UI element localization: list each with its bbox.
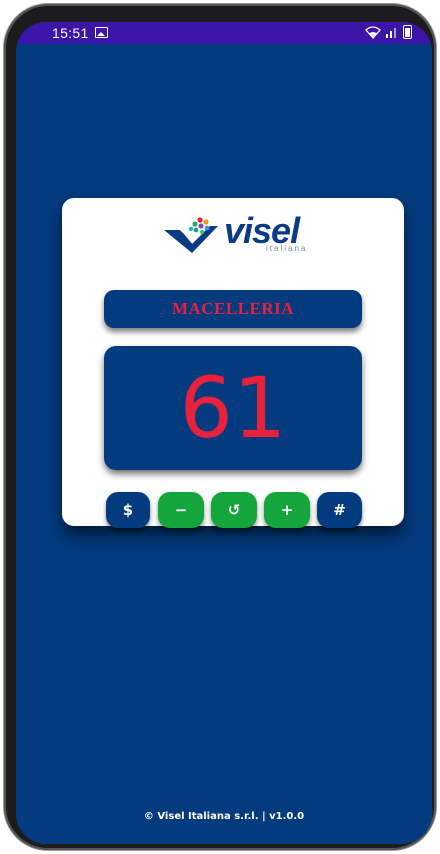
phone-frame: 15:51 visel italiana MACELLERIA 61 $ − ↺… xyxy=(4,4,436,850)
status-bar: 15:51 xyxy=(16,22,432,44)
status-time: 15:51 xyxy=(52,25,89,41)
dollar-button[interactable]: $ xyxy=(106,492,150,528)
increment-button[interactable]: + xyxy=(264,492,310,528)
app-screen: 15:51 visel italiana MACELLERIA 61 $ − ↺… xyxy=(16,22,432,844)
dollar-icon: $ xyxy=(122,501,134,519)
gallery-notification-icon xyxy=(95,27,108,38)
counter-display: 61 xyxy=(104,346,362,470)
status-icons xyxy=(365,25,412,39)
counter-card: visel italiana MACELLERIA 61 $ − ↺ + # xyxy=(62,198,404,528)
reset-button[interactable]: ↺ xyxy=(211,492,257,528)
footer-copyright: © Visel Italiana s.r.l. | v1.0.0 xyxy=(143,811,305,822)
signal-icon xyxy=(386,28,396,38)
department-label: MACELLERIA xyxy=(104,290,362,328)
battery-icon xyxy=(403,25,412,39)
plus-icon: + xyxy=(280,501,294,519)
logo-mark-icon xyxy=(164,217,218,253)
hash-button[interactable]: # xyxy=(317,492,362,528)
logo-subtitle: italiana xyxy=(266,244,308,253)
button-row: $ − ↺ + # xyxy=(106,492,362,528)
decrement-button[interactable]: − xyxy=(158,492,204,528)
wifi-icon xyxy=(365,26,381,39)
visel-logo: visel italiana xyxy=(162,210,312,256)
minus-icon: − xyxy=(174,501,188,519)
reset-icon: ↺ xyxy=(227,501,241,519)
hash-icon: # xyxy=(333,501,346,519)
